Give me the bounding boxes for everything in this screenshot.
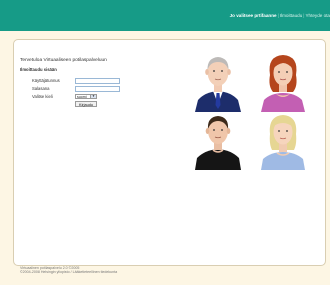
username-input[interactable] [75,78,120,84]
avatar-man-black-shirt[interactable] [193,112,243,170]
top-banner: Jo valitsee prtifaanne|Ilmoittaudu|Yhtey… [0,0,330,31]
footer: Virtuaalinen potilaspalvelu 2.0 ©2005 ©2… [20,266,117,275]
avatar-man-suit[interactable] [193,50,243,112]
language-label: Valitse kieli [32,94,53,99]
top-navigation: Jo valitsee prtifaanne|Ilmoittaudu|Yhtey… [230,13,330,19]
chevron-down-icon[interactable]: ▼ [90,95,96,98]
language-select[interactable]: suomi ▼ [75,94,97,99]
login-button[interactable]: Kirjaudu [75,101,97,107]
nav-link-select-profile[interactable]: Jo valitsee prtifaanne [230,13,277,18]
language-selected-value: suomi [77,95,87,99]
avatar-woman-red-hair[interactable] [257,50,309,112]
page-title: Tervetuloa Virtuaaliseen potilaspalveluu… [20,58,107,63]
nav-separator: | [277,13,279,18]
username-label: Käyttäjätunnus [32,78,60,83]
nav-link-contact[interactable]: Yhteyde ota [305,13,330,18]
password-label: Salasana [32,86,50,91]
login-heading: Ilmoittaudu sisään [20,67,57,72]
password-input[interactable] [75,86,120,92]
avatar-woman-blonde[interactable] [257,112,309,170]
footer-institution-line: ©2004-2008 Helsingin yliopisto / Lääketi… [20,270,118,275]
nav-link-register[interactable]: Ilmoittaudu [280,13,302,18]
